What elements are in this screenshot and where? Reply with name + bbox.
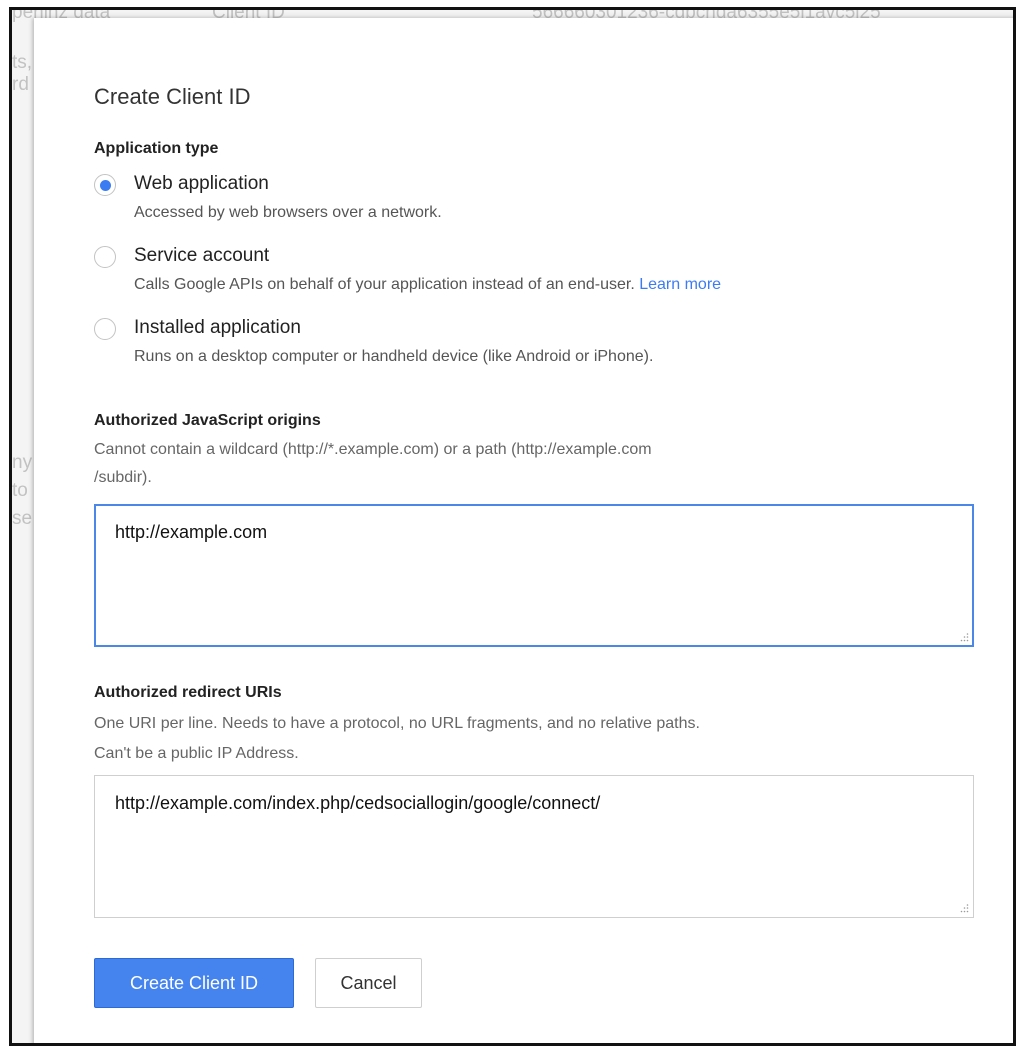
screenshot-frame: peninz data Client ID 566660301236-cdbch… bbox=[9, 7, 1016, 1046]
background-text: rd bbox=[12, 74, 29, 95]
radio-description: Accessed by web browsers over a network. bbox=[134, 204, 442, 221]
create-client-id-dialog: Create Client ID Application type Web ap… bbox=[34, 18, 1013, 1043]
background-text: se bbox=[12, 508, 33, 529]
dialog-title: Create Client ID bbox=[94, 84, 251, 109]
radio-label[interactable]: Installed application bbox=[134, 317, 301, 339]
radio-button-checked-icon[interactable] bbox=[94, 174, 116, 196]
learn-more-link[interactable]: Learn more bbox=[639, 276, 721, 293]
background-text: ts, bbox=[12, 52, 33, 73]
cancel-button[interactable]: Cancel bbox=[315, 958, 422, 1008]
origins-hint-line-2: /subdir). bbox=[94, 469, 152, 486]
background-text: ny bbox=[12, 452, 33, 473]
redirects-textarea[interactable]: http://example.com/index.php/cedsociallo… bbox=[94, 775, 974, 918]
radio-label[interactable]: Service account bbox=[134, 245, 269, 267]
radio-button-icon[interactable] bbox=[94, 318, 116, 340]
origins-textarea[interactable]: http://example.com bbox=[94, 504, 974, 647]
origins-label: Authorized JavaScript origins bbox=[94, 412, 321, 429]
background-text: to bbox=[12, 480, 28, 501]
redirects-value: http://example.com/index.php/cedsociallo… bbox=[115, 793, 601, 813]
resize-grip-icon[interactable] bbox=[959, 632, 969, 642]
redirects-label: Authorized redirect URIs bbox=[94, 684, 282, 701]
create-client-id-button[interactable]: Create Client ID bbox=[94, 958, 294, 1008]
application-type-label: Application type bbox=[94, 140, 219, 157]
origins-hint-line-1: Cannot contain a wildcard (http://*.exam… bbox=[94, 441, 652, 458]
redirects-hint-line-2: Can't be a public IP Address. bbox=[94, 745, 299, 762]
radio-label[interactable]: Web application bbox=[134, 173, 269, 195]
radio-description: Runs on a desktop computer or handheld d… bbox=[134, 348, 654, 365]
origins-value: http://example.com bbox=[115, 522, 268, 542]
redirects-hint-line-1: One URI per line. Needs to have a protoc… bbox=[94, 715, 700, 732]
radio-description-text: Calls Google APIs on behalf of your appl… bbox=[134, 276, 635, 293]
radio-description: Calls Google APIs on behalf of your appl… bbox=[134, 276, 721, 294]
resize-grip-icon[interactable] bbox=[959, 903, 969, 913]
radio-button-icon[interactable] bbox=[94, 246, 116, 268]
